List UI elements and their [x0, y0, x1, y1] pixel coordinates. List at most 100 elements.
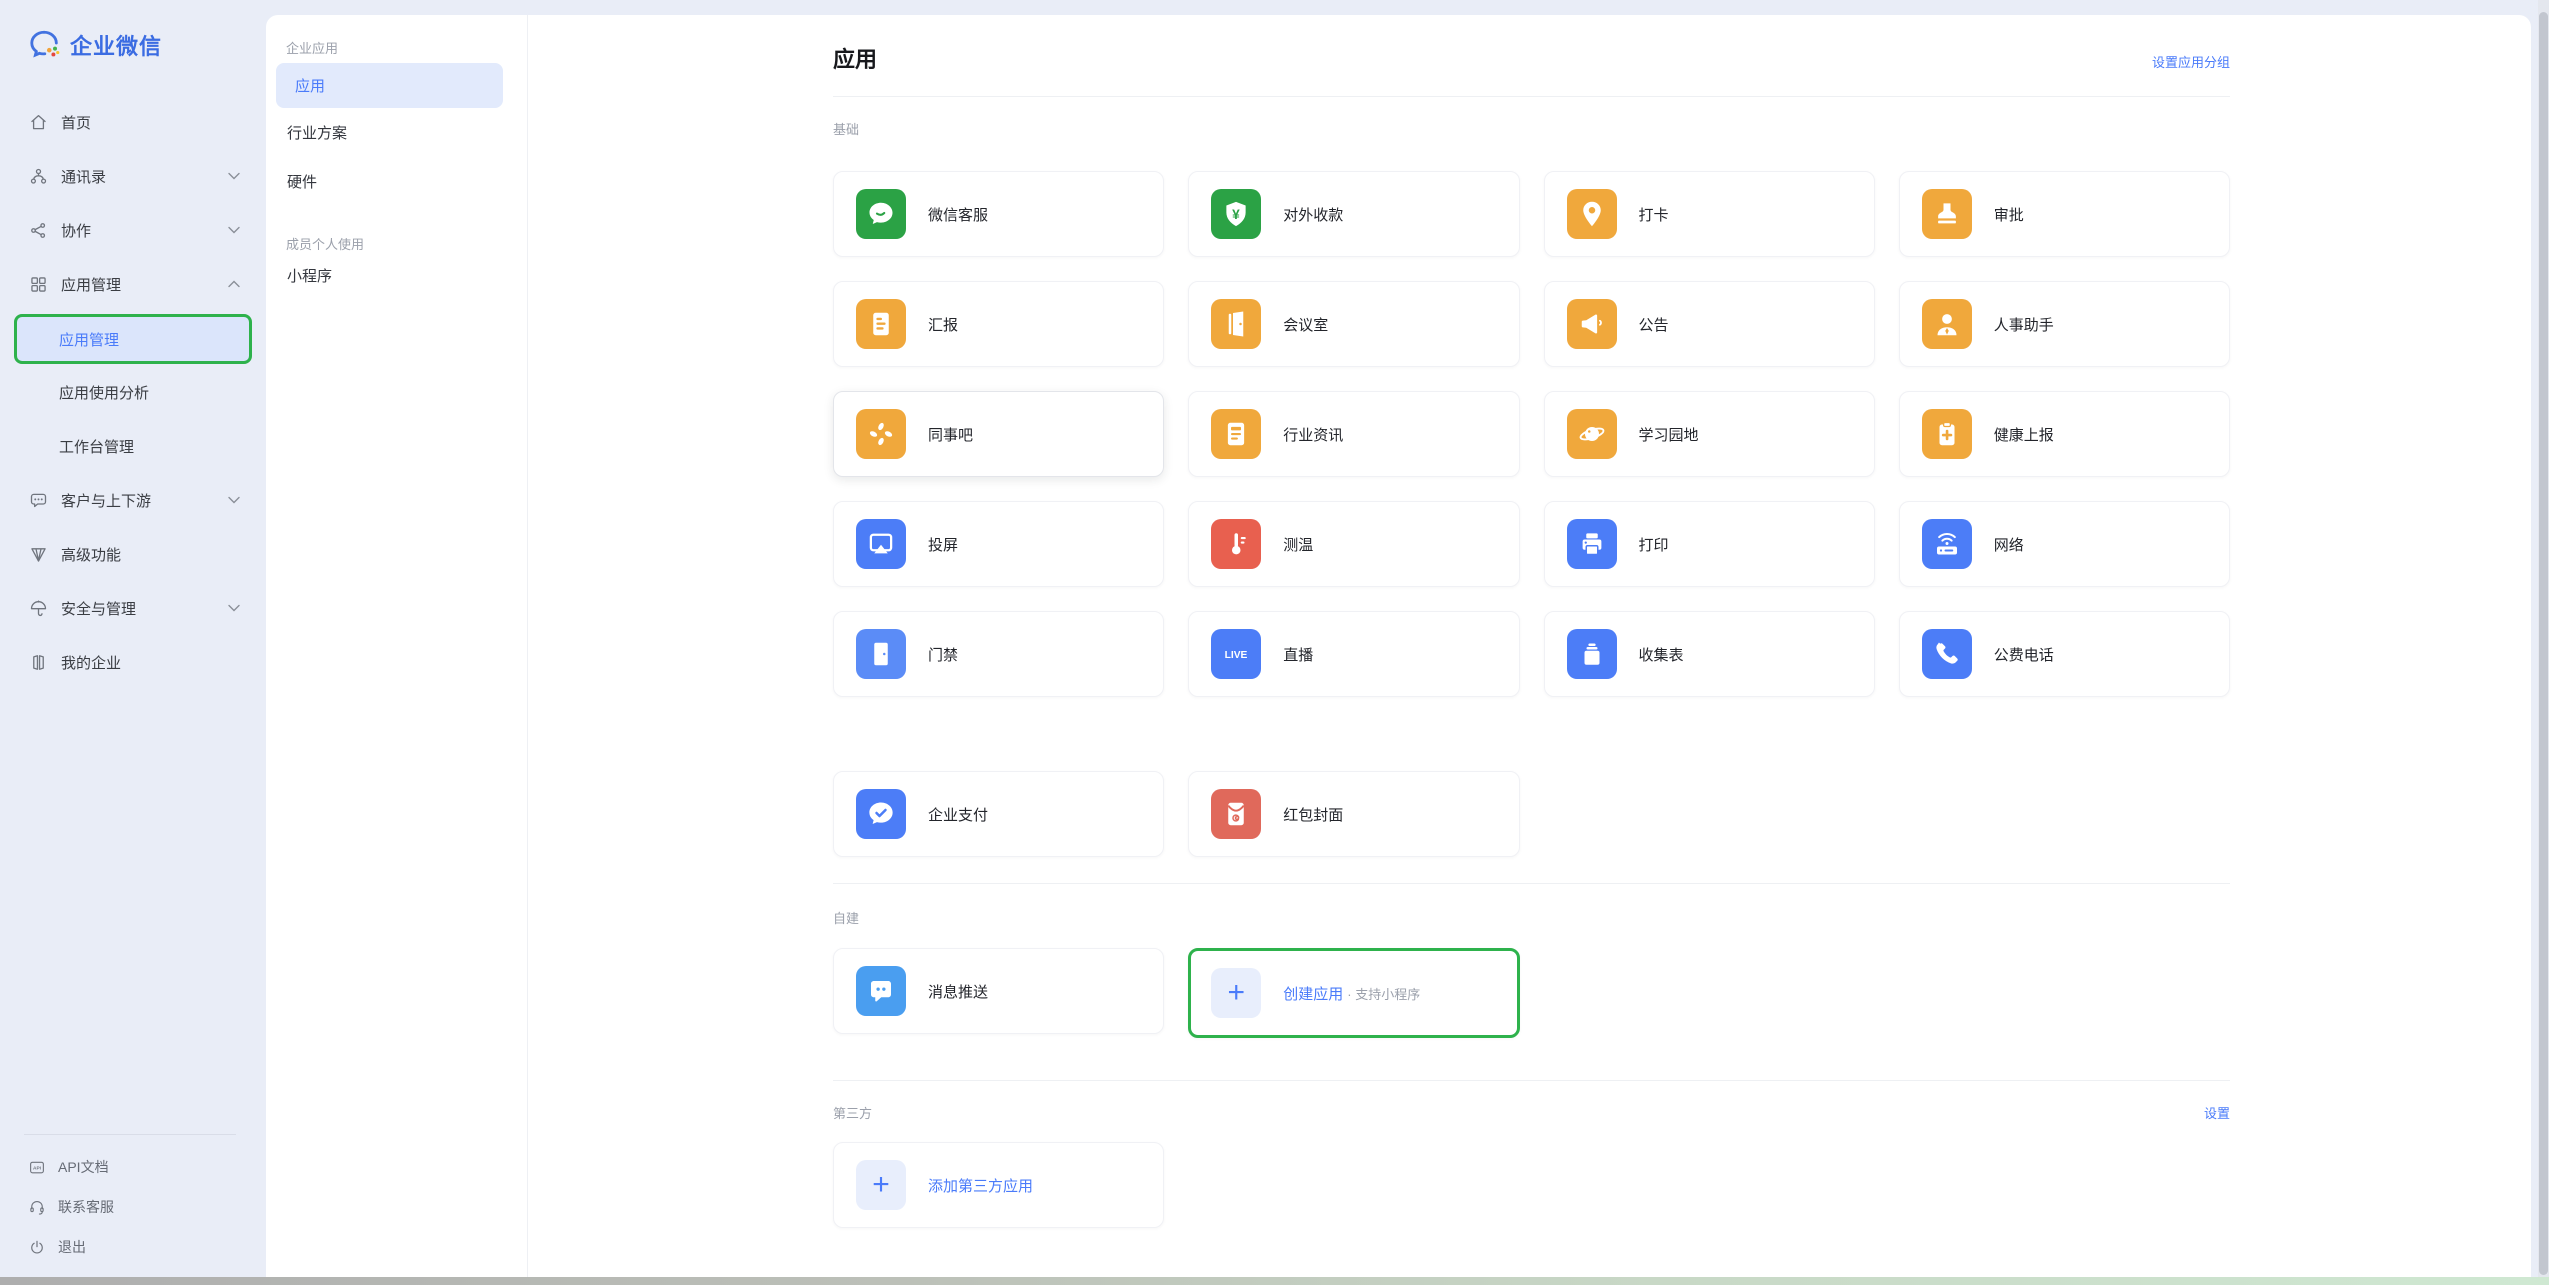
self-built-divider — [833, 1080, 2230, 1081]
app-card-hr-assistant[interactable]: 人事助手 — [1899, 281, 2230, 367]
sidebar-subitem-app-usage-analysis[interactable]: 应用使用分析 — [0, 365, 266, 419]
app-card-learning-zone[interactable]: 学习园地 — [1544, 391, 1875, 477]
sidebar: 企业微信 首页通讯录协作应用管理应用管理应用使用分析工作台管理客户与上下游高级功… — [0, 0, 266, 1277]
sidebar-item-security[interactable]: 安全与管理 — [0, 581, 266, 635]
vertical-scrollbar[interactable] — [2538, 0, 2549, 1277]
create-app-card[interactable]: +创建应用· 支持小程序 — [1188, 948, 1519, 1038]
third-party-settings-link[interactable]: 设置 — [2204, 1103, 2230, 1122]
advanced-features-icon — [28, 544, 49, 565]
submenu-item-label: 硬件 — [287, 171, 317, 192]
submenu-item-label: 行业方案 — [287, 122, 347, 143]
submenu-item-industry-solutions[interactable]: 行业方案 — [266, 108, 527, 157]
app-card-wechat-service[interactable]: 微信客服 — [833, 171, 1164, 257]
api-doc-icon: API — [28, 1158, 46, 1176]
app-card-industry-news[interactable]: 行业资讯 — [1188, 391, 1519, 477]
router-icon — [1922, 519, 1972, 569]
app-card-collect-form[interactable]: 收集表 — [1544, 611, 1875, 697]
submenu-item-mini-programs[interactable]: 小程序 — [266, 251, 527, 300]
app-card-label: 测温 — [1283, 534, 1313, 555]
sidebar-item-label: 安全与管理 — [61, 598, 136, 619]
app-card-label: 人事助手 — [1994, 314, 2054, 335]
sidebar-item-contacts[interactable]: 通讯录 — [0, 149, 266, 203]
self-built-grid: 消息推送+创建应用· 支持小程序 — [833, 948, 2230, 1038]
sidebar-item-label: 客户与上下游 — [61, 490, 151, 511]
red-packet-icon — [1211, 789, 1261, 839]
collaboration-icon — [28, 220, 49, 241]
company-icon — [28, 652, 49, 673]
submenu-item-label: 小程序 — [287, 265, 332, 286]
app-card-label: 对外收款 — [1283, 204, 1343, 225]
sidebar-subitem-app-management-sub[interactable]: 应用管理 — [14, 314, 252, 364]
create-app-label: 创建应用 — [1283, 983, 1343, 1004]
industry-news-icon — [1211, 409, 1261, 459]
submenu-group-label: 成员个人使用 — [266, 234, 527, 251]
app-card-red-packet-cover[interactable]: 红包封面 — [1188, 771, 1519, 857]
app-card-label: 微信客服 — [928, 204, 988, 225]
hr-person-icon — [1922, 299, 1972, 349]
footer-item-label: 联系客服 — [58, 1197, 114, 1217]
submenu-item-hardware[interactable]: 硬件 — [266, 157, 527, 206]
sidebar-footer-item-api-doc[interactable]: APIAPI文档 — [0, 1147, 266, 1187]
app-card-health-report[interactable]: 健康上报 — [1899, 391, 2230, 477]
sidebar-item-app-management[interactable]: 应用管理 — [0, 257, 266, 311]
submenu-item-apps[interactable]: 应用 — [276, 63, 503, 108]
sidebar-item-label: 首页 — [61, 112, 91, 133]
app-card-label: 红包封面 — [1283, 804, 1343, 825]
app-card-label: 打卡 — [1639, 204, 1669, 225]
sidebar-item-collaboration[interactable]: 协作 — [0, 203, 266, 257]
app-card-label: 汇报 — [928, 314, 958, 335]
app-card-live[interactable]: LIVE 直播 — [1188, 611, 1519, 697]
app-card-report[interactable]: 汇报 — [833, 281, 1164, 367]
app-card-label: 审批 — [1994, 204, 2024, 225]
add-third-party-app-card[interactable]: +添加第三方应用 — [833, 1142, 1164, 1228]
vertical-scrollbar-thumb[interactable] — [2539, 12, 2548, 1275]
app-card-door-access[interactable]: 门禁 — [833, 611, 1164, 697]
chevron-down-icon — [228, 172, 240, 180]
app-card-check-in[interactable]: 打卡 — [1544, 171, 1875, 257]
meeting-room-door-icon — [1211, 299, 1261, 349]
sidebar-footer-item-logout[interactable]: 退出 — [0, 1227, 266, 1267]
contacts-icon — [28, 166, 49, 187]
app-card-network[interactable]: 网络 — [1899, 501, 2230, 587]
sidebar-item-home[interactable]: 首页 — [0, 95, 266, 149]
app-card-payment-collection[interactable]: ¥ 对外收款 — [1188, 171, 1519, 257]
brand-logo[interactable]: 企业微信 — [0, 0, 266, 62]
sidebar-item-advanced[interactable]: 高级功能 — [0, 527, 266, 581]
wechat-service-icon — [856, 189, 906, 239]
horizontal-scrollbar[interactable] — [0, 1277, 2549, 1285]
sidebar-item-customers[interactable]: 客户与上下游 — [0, 473, 266, 527]
chevron-up-icon — [228, 280, 240, 288]
sidebar-item-my-company[interactable]: 我的企业 — [0, 635, 266, 689]
app-card-screen-cast[interactable]: 投屏 — [833, 501, 1164, 587]
app-card-temperature[interactable]: 测温 — [1188, 501, 1519, 587]
header-divider — [833, 96, 2230, 97]
sidebar-footer-divider — [24, 1134, 236, 1135]
app-card-label: 网络 — [1994, 534, 2024, 555]
sidebar-item-label: 高级功能 — [61, 544, 121, 565]
plus-icon: + — [1211, 968, 1261, 1018]
app-card-enterprise-pay[interactable]: 企业支付 — [833, 771, 1164, 857]
svg-text:LIVE: LIVE — [1225, 650, 1248, 661]
chevron-down-icon — [228, 226, 240, 234]
app-card-label: 公费电话 — [1994, 644, 2054, 665]
app-card-print[interactable]: 打印 — [1544, 501, 1875, 587]
set-app-group-link[interactable]: 设置应用分组 — [2152, 52, 2230, 71]
app-card-label: 打印 — [1639, 534, 1669, 555]
app-card-announcement[interactable]: 公告 — [1544, 281, 1875, 367]
approval-stamp-icon — [1922, 189, 1972, 239]
message-push-icon — [856, 966, 906, 1016]
sidebar-subitem-workbench-management[interactable]: 工作台管理 — [0, 419, 266, 473]
app-card-label: 直播 — [1283, 644, 1313, 665]
plus-icon: + — [856, 1160, 906, 1210]
sidebar-footer-item-contact-support[interactable]: 联系客服 — [0, 1187, 266, 1227]
app-card-approval[interactable]: 审批 — [1899, 171, 2230, 257]
app-card-paid-call[interactable]: 公费电话 — [1899, 611, 2230, 697]
health-clipboard-icon — [1922, 409, 1972, 459]
app-card-colleague-bar[interactable]: 同事吧 — [833, 391, 1164, 477]
svg-text:¥: ¥ — [1232, 207, 1240, 222]
app-card-label: 学习园地 — [1639, 424, 1699, 445]
app-card-label: 企业支付 — [928, 804, 988, 825]
app-card-message-push[interactable]: 消息推送 — [833, 948, 1164, 1034]
wechat-work-logo-icon — [28, 28, 62, 62]
app-card-meeting-room[interactable]: 会议室 — [1188, 281, 1519, 367]
